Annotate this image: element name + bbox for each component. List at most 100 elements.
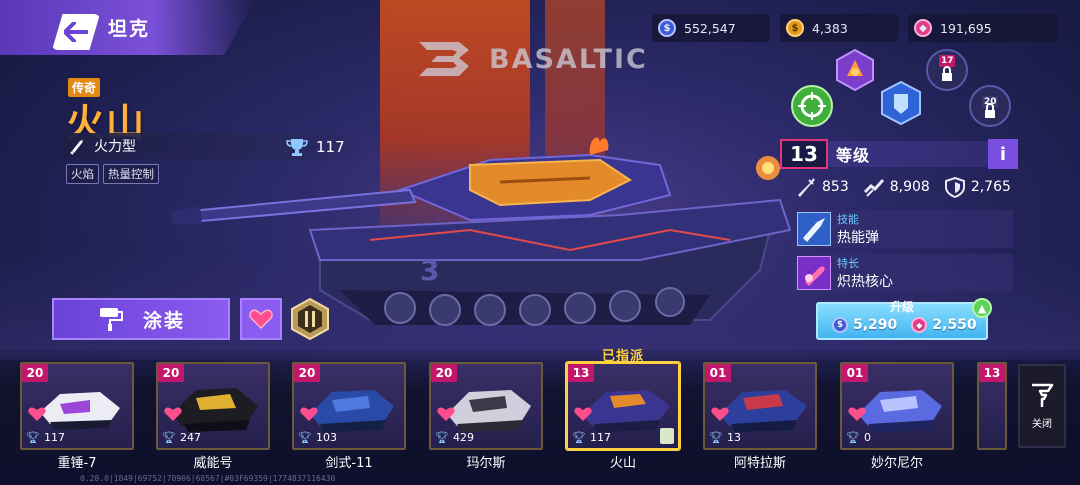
paint-label: 涂装 <box>142 309 185 332</box>
card-trophies: 🏆︎ 103 <box>298 431 337 444</box>
brand-logo: BASALTIC <box>413 38 648 80</box>
card-trophies: 🏆︎ 247 <box>162 431 201 444</box>
slot-level: 17 <box>941 56 954 66</box>
upgrade-button[interactable]: 升级 $ 5,290 ◆ 2,550 <box>816 300 988 340</box>
stat-attack: 853 <box>795 176 849 198</box>
trophy-icon: 🏆︎ <box>709 431 723 444</box>
card-name: 火山 <box>609 456 636 471</box>
close-label: 关闭 <box>1032 418 1052 430</box>
trophy-count: 247 <box>179 431 201 444</box>
garage-card[interactable]: 20 🏆︎ 117 <box>20 362 134 450</box>
skill-panel[interactable]: 技能 热能弹 <box>795 210 1013 248</box>
cost-value: 2,550 <box>932 317 977 333</box>
tank-thumbnail <box>719 390 807 432</box>
paint-button[interactable]: 涂装 <box>52 298 230 340</box>
module-shield-slot[interactable] <box>878 80 924 126</box>
stat-value: 8,908 <box>889 179 930 195</box>
tank-thumbnail <box>858 390 942 432</box>
rank-badge-icon[interactable] <box>290 297 330 341</box>
garage-card[interactable]: 20 🏆︎ 247 <box>156 362 270 450</box>
clipboard-icon <box>660 428 674 444</box>
skill-text: 技能 热能弹 <box>837 211 879 247</box>
close-button[interactable]: 关闭 <box>1018 364 1066 448</box>
slot-level: 20 <box>984 97 997 107</box>
card-name: 威能号 <box>193 456 233 471</box>
level-value: 13 <box>780 139 828 169</box>
heart-icon <box>574 407 592 421</box>
paint-roller-icon <box>99 308 123 331</box>
trophy-icon: 🏆︎ <box>572 431 586 444</box>
shield-module-icon <box>881 80 921 126</box>
upgrade-label: 升级 <box>889 300 914 314</box>
trophy-icon: 🏆︎ <box>846 431 860 444</box>
module-target-slot[interactable] <box>790 84 834 128</box>
card-level: 13 <box>979 364 1005 382</box>
page-title: 坦克 <box>108 18 151 40</box>
trait-name: 炽热核心 <box>837 274 893 290</box>
card-trophies: 🏆︎ 0 <box>846 431 871 444</box>
heart-icon <box>437 407 455 421</box>
thermal-shell-skill-icon <box>797 212 831 246</box>
trophy-count: 429 <box>452 431 474 444</box>
hull-number: 3 <box>420 254 439 287</box>
cost-blue: $ 5,290 <box>832 317 897 333</box>
info-button[interactable]: i <box>988 139 1018 169</box>
garage-card[interactable]: 01 🏆︎ 13 <box>703 362 817 450</box>
level-row: 13 等级 i <box>780 139 1018 169</box>
locked-slot-icon <box>926 49 968 91</box>
tank-thumbnail <box>447 390 531 432</box>
heart-icon <box>249 309 273 330</box>
blazing-core-trait-icon <box>797 256 831 290</box>
module-fire-slot[interactable] <box>833 48 877 92</box>
favorite-button[interactable] <box>240 298 282 340</box>
trophy-icon: 🏆︎ <box>162 431 176 444</box>
garage-card-partial[interactable]: 13 <box>977 362 1007 450</box>
attack-icon <box>798 178 815 197</box>
trait-panel[interactable]: 特长 炽热核心 <box>795 254 1013 292</box>
resource-value: 4,383 <box>812 20 848 36</box>
heart-icon <box>711 407 729 421</box>
blue-coin-icon: $ <box>658 19 676 37</box>
pink-gem-icon: ◆ <box>914 19 932 37</box>
garage-card[interactable]: 20 🏆︎ 103 <box>292 362 406 450</box>
card-trophies: 🏆︎ 117 <box>26 431 65 444</box>
trait-title: 特长 <box>837 257 859 270</box>
tank-tags: 火焰 热量控制 <box>66 164 159 184</box>
card-name: 剑式-11 <box>325 456 373 471</box>
garage-card[interactable]: 20 🏆︎ 429 <box>429 362 543 450</box>
close-funnel-icon <box>1032 383 1054 407</box>
trophy-count: 103 <box>315 431 337 444</box>
card-name: 重锤-7 <box>57 456 97 471</box>
card-trophies: 🏆︎ 429 <box>435 431 474 444</box>
tag-item: 热量控制 <box>103 164 159 184</box>
trophy-icon: 🏆︎ <box>435 431 449 444</box>
basaltic-logo-icon <box>419 42 469 76</box>
heart-icon <box>300 407 318 421</box>
target-module-icon <box>791 85 833 127</box>
armor-shield-icon <box>944 176 965 198</box>
card-name: 妙尔尼尔 <box>870 456 923 471</box>
garage-card[interactable]: 01 🏆︎ 0 <box>840 362 954 450</box>
stat-value: 853 <box>822 179 849 195</box>
gold-coin-icon: $ <box>786 19 804 37</box>
stat-value: 2,765 <box>970 179 1011 195</box>
trophy-icon: 🏆︎ <box>298 431 312 444</box>
resource-gold-coins[interactable]: $ 4,383 <box>780 14 898 42</box>
version-string: 0.28.0|1849|69752|70906|68567|#03F69359|… <box>80 474 336 483</box>
bullet-icon <box>70 140 83 155</box>
module-slot-locked-17[interactable]: 17 <box>925 48 969 92</box>
resource-pink-gems[interactable]: ◆ 191,695 <box>908 14 1058 42</box>
tank-thumbnail <box>40 392 120 430</box>
card-trophies: 🏆︎ 13 <box>709 431 741 444</box>
resource-blue-coins[interactable]: $ 552,547 <box>652 14 770 42</box>
speed-icon <box>863 179 884 197</box>
cost-pink: ◆ 2,550 <box>911 317 977 333</box>
garage-card-selected[interactable]: 13 🏆︎ 117 <box>566 362 680 450</box>
module-slot-locked-20[interactable]: 20 <box>968 84 1012 128</box>
trophy-count: 13 <box>726 431 741 444</box>
resource-value: 552,547 <box>684 20 736 36</box>
stat-speed: 8,908 <box>863 176 930 198</box>
card-name: 阿特拉斯 <box>733 456 786 471</box>
resource-value: 191,695 <box>940 20 992 36</box>
upgrade-available-icon: ▲ <box>972 298 992 318</box>
